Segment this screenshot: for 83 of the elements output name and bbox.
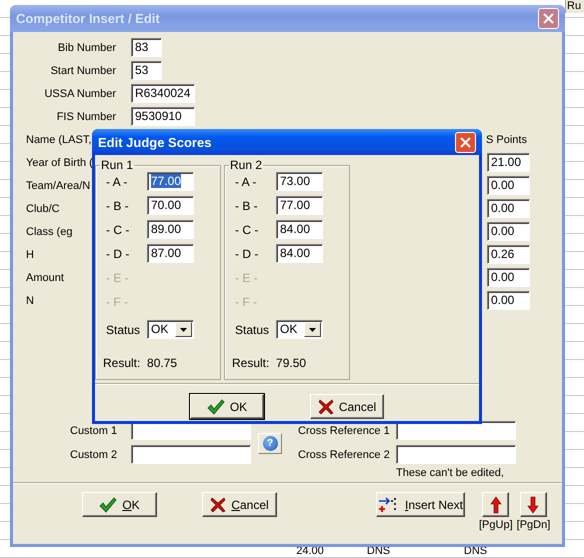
input-field[interactable]: 53 <box>131 61 162 80</box>
field-label: H <box>26 248 34 260</box>
field-label: Status <box>234 322 270 336</box>
cancel-button[interactable]: Cancel <box>202 492 277 517</box>
group-title: Run 1 <box>100 158 134 172</box>
points-field[interactable]: 0.26 <box>487 245 530 264</box>
field-label: Bib Number <box>56 42 116 54</box>
field-label: Start Number <box>50 64 116 76</box>
judge-label: - E - <box>105 270 130 284</box>
input-field[interactable]: 83 <box>131 38 162 57</box>
points-field[interactable]: 0.00 <box>487 291 530 310</box>
judge-label: - B - <box>105 198 130 212</box>
window-title: Competitor Insert / Edit <box>16 11 160 26</box>
group-title: Run 2 <box>229 158 264 172</box>
status-dropdown[interactable]: OK <box>276 320 323 339</box>
judge-label: - A - <box>105 174 128 188</box>
field-label: Team/Area/N <box>26 180 90 192</box>
field-label: Amount <box>26 272 64 284</box>
shortcut-label: [PgUp] <box>479 519 513 531</box>
column-header: Ru <box>565 0 584 13</box>
field-label: Year of Birth ( <box>26 156 93 168</box>
score-field[interactable]: 73.00 <box>276 172 323 191</box>
cross-icon <box>318 398 334 414</box>
points-field[interactable]: 0.00 <box>487 222 530 241</box>
judge-label: - D - <box>234 246 260 260</box>
result-text: Result: 79.50 <box>232 356 308 370</box>
page-down-button[interactable] <box>520 492 547 517</box>
score-field[interactable]: 87.00 <box>147 244 194 263</box>
field-label: Cross Reference 1 <box>298 424 391 436</box>
down-arrow-icon <box>527 496 540 514</box>
field-label: Status <box>105 322 142 336</box>
field-label: Custom 2 <box>70 448 118 460</box>
page-up-button[interactable] <box>482 492 510 517</box>
note-text: These can't be edited, <box>396 467 505 479</box>
ok-button[interactable]: OK <box>190 394 264 419</box>
score-field[interactable]: 89.00 <box>147 220 194 239</box>
points-field[interactable]: 0.00 <box>487 176 530 195</box>
up-arrow-icon <box>490 496 502 514</box>
judge-label: - F - <box>234 294 258 308</box>
shortcut-label: [PgDn] <box>516 519 550 531</box>
field-label: Club/C <box>26 202 60 214</box>
score-field[interactable]: 70.00 <box>147 196 194 215</box>
score-field[interactable]: 84.00 <box>276 220 323 239</box>
judge-label: - B - <box>234 198 259 212</box>
column-heading: S Points <box>486 134 528 146</box>
points-field[interactable]: 0.00 <box>487 268 530 287</box>
input-field[interactable] <box>396 445 516 464</box>
field-label: N <box>26 294 34 306</box>
field-label: Class (eg <box>26 226 72 238</box>
status-dropdown[interactable]: OK <box>147 320 194 339</box>
close-button[interactable] <box>455 132 476 152</box>
close-icon <box>460 136 471 148</box>
dropdown-arrow-icon <box>180 328 187 332</box>
input-field[interactable] <box>131 445 251 464</box>
field-label: Name (LAST, <box>26 134 92 146</box>
score-field[interactable]: 84.00 <box>276 244 323 263</box>
window-title: Edit Judge Scores <box>98 134 212 150</box>
points-field[interactable]: 21.00 <box>487 153 530 172</box>
judge-label: - C - <box>105 222 130 236</box>
score-field[interactable]: 77.00 <box>147 172 194 191</box>
close-button[interactable] <box>538 8 559 29</box>
check-icon <box>99 496 118 512</box>
field-label: USSA Number <box>43 88 116 100</box>
judge-label: - D - <box>105 246 130 260</box>
judge-label: - C - <box>234 222 260 236</box>
score-field[interactable]: 77.00 <box>276 196 323 215</box>
check-icon <box>206 398 225 414</box>
cancel-button[interactable]: Cancel <box>310 394 384 419</box>
judge-label: - A - <box>234 174 258 188</box>
judge-label: - F - <box>105 294 129 308</box>
ok-button[interactable]: OK <box>82 492 157 517</box>
judge-label: - E - <box>234 270 259 284</box>
input-field[interactable]: 9530910 <box>131 107 195 126</box>
insert-next-button[interactable]: Insert Next <box>376 492 465 517</box>
close-icon <box>543 13 554 24</box>
field-label: FIS Number <box>56 110 116 122</box>
input-field[interactable]: R6340024 <box>131 84 195 103</box>
points-field[interactable]: 0.00 <box>487 199 530 218</box>
field-label: Custom 1 <box>70 424 118 436</box>
result-text: Result: 80.75 <box>103 356 178 370</box>
cross-icon <box>210 496 226 512</box>
field-label: Cross Reference 2 <box>298 448 391 460</box>
dropdown-arrow-icon <box>309 328 316 332</box>
